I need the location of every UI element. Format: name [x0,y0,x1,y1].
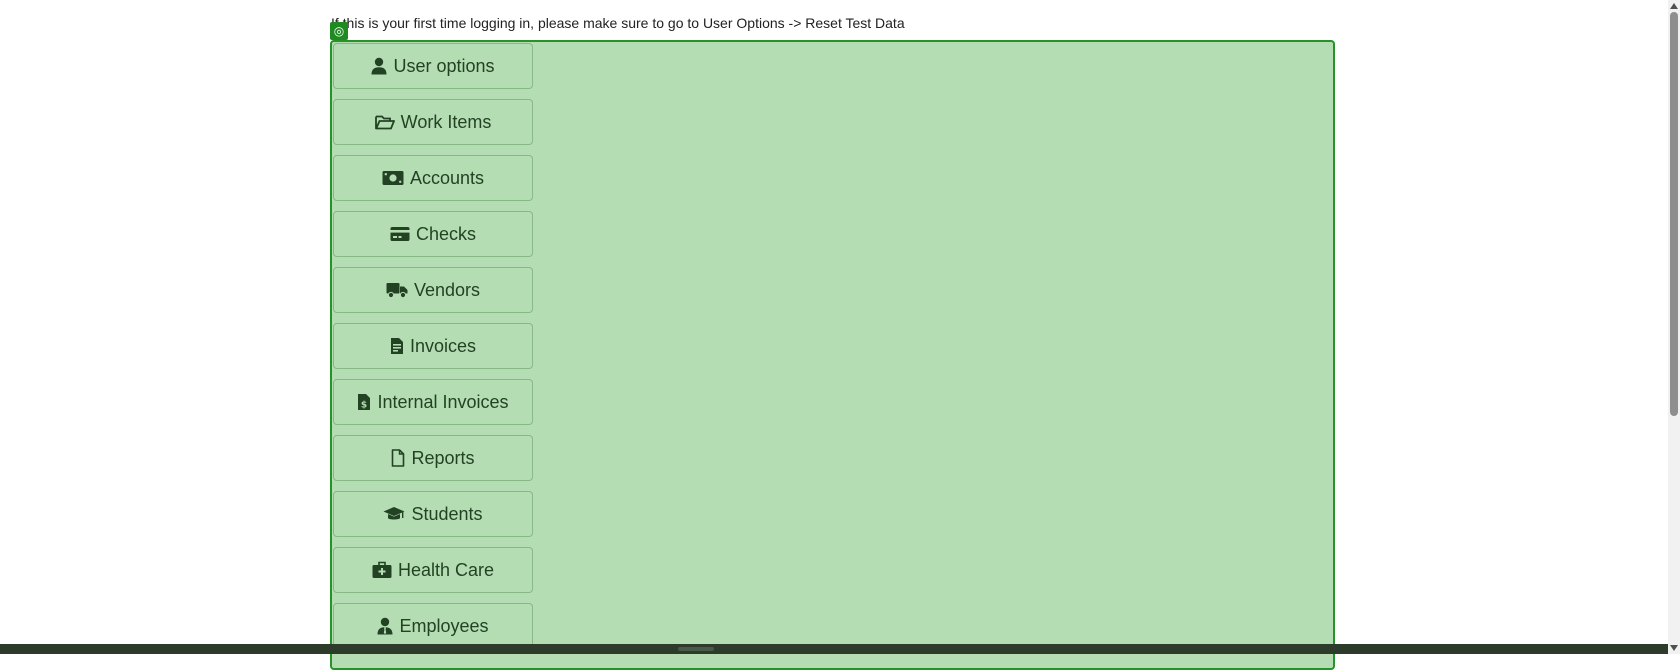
nav-label: Vendors [413,279,481,300]
nav-label: Accounts [409,167,485,188]
file-icon [391,449,405,467]
scroll-down-icon[interactable] [1670,645,1678,651]
vertical-scrollbar[interactable] [1668,0,1680,654]
nav-label: Reports [411,447,475,468]
target-icon[interactable]: ◎ [330,22,348,40]
nav-label: Invoices [409,335,477,356]
internal-invoices-button[interactable]: $ Internal Invoices [333,379,533,425]
scroll-up-icon[interactable] [1670,3,1678,9]
nav-label: Students [411,503,483,524]
checks-button[interactable]: Checks [333,211,533,257]
truck-icon [386,282,408,298]
file-invoice-dollar-icon: $ [357,393,371,411]
user-icon [371,57,387,75]
credit-card-icon [390,226,410,242]
bottom-bar [0,644,1668,654]
work-items-button[interactable]: Work Items [333,99,533,145]
students-button[interactable]: Students [333,491,533,537]
file-invoice-icon [390,337,404,355]
nav-label: Health Care [397,559,495,580]
user-tie-icon [377,617,393,635]
accounts-button[interactable]: Accounts [333,155,533,201]
nav-label: Checks [415,223,477,244]
nav-label: Employees [399,615,489,636]
first-login-notice: If this is your first time logging in, p… [331,15,905,31]
nav-label: User options [393,55,495,76]
vendors-button[interactable]: Vendors [333,267,533,313]
nav-list: User options Work Items Accounts Checks … [333,43,533,659]
health-care-button[interactable]: Health Care [333,547,533,593]
svg-text:$: $ [361,401,367,411]
employees-button[interactable]: Employees [333,603,533,649]
graduation-cap-icon [383,506,405,522]
user-options-button[interactable]: User options [333,43,533,89]
money-bill-icon [382,170,404,186]
reports-button[interactable]: Reports [333,435,533,481]
invoices-button[interactable]: Invoices [333,323,533,369]
nav-label: Internal Invoices [377,391,509,412]
nav-label: Work Items [400,111,492,132]
medical-kit-icon [372,561,392,579]
drag-handle[interactable] [678,647,714,651]
folder-open-icon [374,114,395,130]
scrollbar-thumb[interactable] [1670,12,1678,416]
